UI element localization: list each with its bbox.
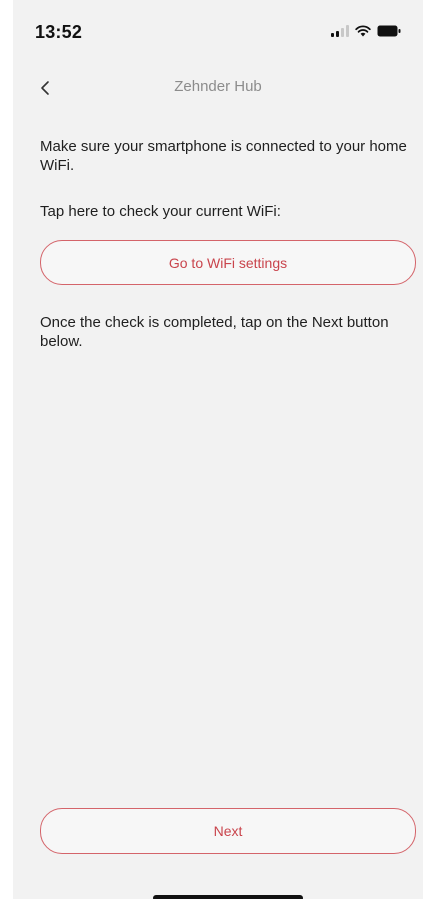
wifi-icon: [355, 25, 371, 37]
after-check-text: Once the check is completed, tap on the …: [40, 314, 389, 350]
app-screen: 13:52 Zehnder Hub Make sure your smartph…: [13, 0, 423, 899]
cellular-signal-icon: [331, 25, 349, 37]
intro-text: Make sure your smartphone is connected t…: [40, 138, 407, 174]
status-bar: 13:52: [13, 0, 423, 60]
navigation-bar: Zehnder Hub: [13, 66, 423, 110]
instructions: Make sure your smartphone is connected t…: [40, 137, 420, 350]
go-to-wifi-settings-button[interactable]: Go to WiFi settings: [40, 240, 416, 285]
home-indicator: [153, 895, 303, 899]
wifi-settings-button-label: Go to WiFi settings: [168, 254, 288, 271]
battery-icon: [377, 25, 401, 37]
status-icons: [331, 25, 401, 37]
status-time: 13:52: [35, 22, 83, 42]
page-title: Zehnder Hub: [174, 78, 262, 95]
next-button[interactable]: Next: [40, 808, 416, 854]
tap-prompt-text: Tap here to check your current WiFi:: [40, 203, 281, 220]
next-button-label: Next: [213, 823, 243, 839]
